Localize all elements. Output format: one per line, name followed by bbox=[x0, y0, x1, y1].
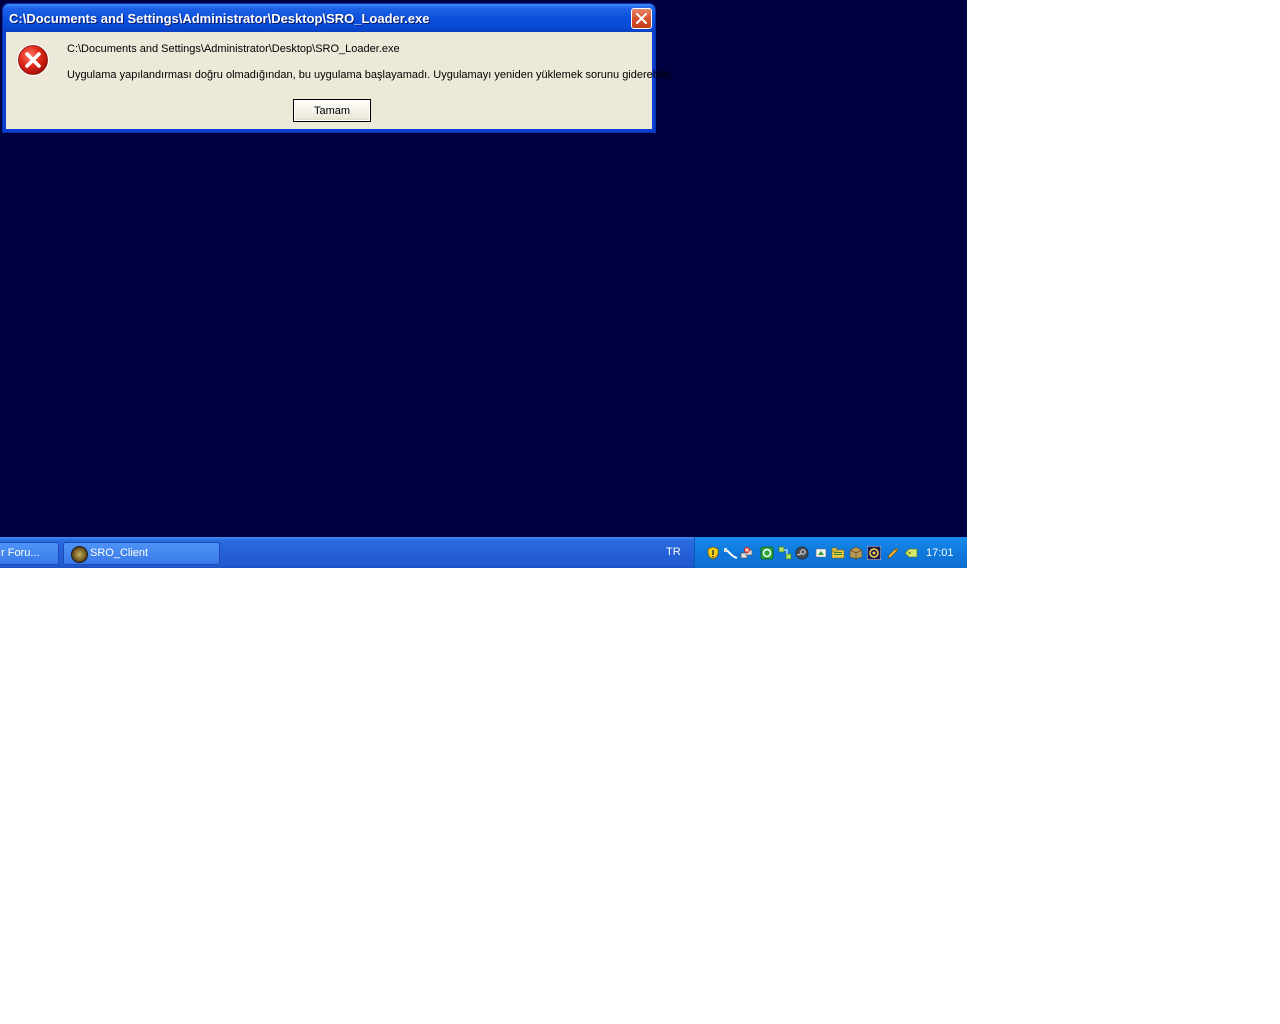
network-disconnected-icon[interactable] bbox=[740, 546, 754, 560]
package-icon[interactable] bbox=[849, 546, 863, 560]
close-button[interactable] bbox=[631, 8, 652, 29]
shield-warning-icon[interactable] bbox=[706, 546, 720, 560]
ok-button[interactable]: Tamam bbox=[293, 99, 371, 122]
taskbar-button-label: SRO_Client bbox=[90, 547, 149, 559]
error-dialog: C:\Documents and Settings\Administrator\… bbox=[2, 3, 672, 133]
steam-icon[interactable] bbox=[795, 546, 809, 560]
network-icon[interactable] bbox=[778, 546, 792, 560]
tag-icon[interactable] bbox=[904, 546, 918, 560]
dialog-path-text: C:\Documents and Settings\Administrator\… bbox=[67, 43, 400, 55]
dialog-titlebar[interactable]: C:\Documents and Settings\Administrator\… bbox=[3, 4, 655, 32]
clock[interactable]: 17:01 bbox=[926, 547, 954, 559]
close-icon bbox=[636, 13, 647, 24]
desktop: C:\Documents and Settings\Administrator\… bbox=[0, 0, 967, 568]
green-app-icon[interactable] bbox=[760, 546, 774, 560]
language-indicator[interactable]: TR bbox=[666, 546, 681, 558]
media-icon[interactable] bbox=[867, 546, 881, 560]
dialog-body: C:\Documents and Settings\Administrator\… bbox=[6, 32, 672, 129]
taskbar-button-label: r Foru... bbox=[1, 547, 40, 559]
folder-icon[interactable] bbox=[831, 546, 845, 560]
taskbar-button-forum[interactable]: r Foru... bbox=[0, 542, 59, 565]
system-tray: 17:01 bbox=[694, 537, 967, 568]
dialog-title: C:\Documents and Settings\Administrator\… bbox=[9, 11, 430, 26]
dialog-message: Uygulama yapılandırması doğru olmadığınd… bbox=[67, 69, 673, 81]
taskbar-button-sro-client[interactable]: SRO_Client bbox=[63, 542, 220, 565]
pencil-icon[interactable] bbox=[886, 546, 900, 560]
error-icon bbox=[17, 44, 49, 76]
update-icon[interactable] bbox=[814, 546, 828, 560]
network-cable-icon[interactable] bbox=[724, 546, 738, 560]
sro-client-icon bbox=[71, 546, 88, 563]
taskbar: r Foru... SRO_Client TR 17:01 bbox=[0, 537, 967, 568]
